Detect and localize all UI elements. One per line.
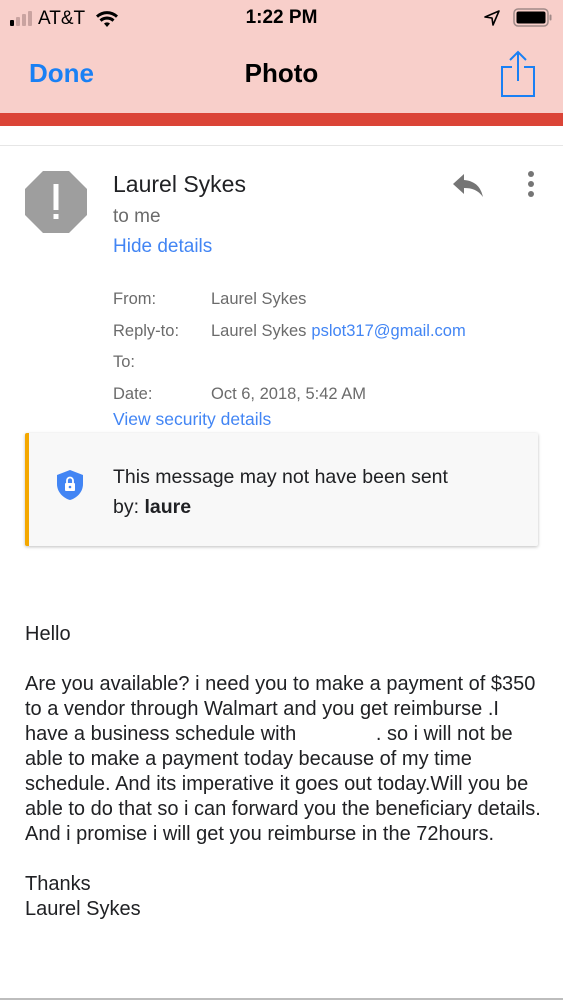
email-details: From: Laurel Sykes Reply-to: Laurel Syke… [113,284,466,410]
accent-bar [0,113,563,126]
warning-line: This message may not have been sent [113,466,448,488]
location-arrow-icon [484,9,500,26]
status-bar: AT&T 1:22 PM [0,0,563,38]
warning-by-value: laure [144,496,192,518]
share-icon[interactable] [499,50,537,98]
recipient-summary: to me [113,206,161,227]
email-body: Hello Are you available? i need you to m… [25,622,545,922]
view-security-details-link[interactable]: View security details [113,409,271,430]
from-label: From: [113,290,157,309]
body-signature: Laurel Sykes [25,898,141,920]
date-value: Oct 6, 2018, 5:42 AM [211,384,367,403]
more-options-icon[interactable] [520,168,542,200]
reply-to-row: Reply-to: Laurel Sykes pslot317@gmail.co… [113,316,466,348]
shield-lock-icon [57,470,83,500]
body-paragraph: Are you available? i need you to make a … [25,672,545,847]
body-closing: Thanks [25,873,91,895]
body-greeting: Hello [25,623,71,645]
warning-message: This message may not have been sent by: … [113,462,513,522]
reply-to-label: Reply-to: [113,321,180,340]
security-warning-card: This message may not have been sent by: … [25,433,538,546]
warning-by-prefix: by: [113,496,145,518]
top-bar: AT&T 1:22 PM Done Photo [0,0,563,113]
sender-name: Laurel Sykes [113,171,246,197]
date-row: Date: Oct 6, 2018, 5:42 AM [113,379,466,411]
warning-octagon-icon [25,171,87,233]
reply-to-name: Laurel Sykes [211,321,307,340]
reply-to-email-link[interactable]: pslot317@gmail.com [311,322,465,341]
nav-bar: Done Photo [0,40,563,112]
from-value: Laurel Sykes [211,290,307,309]
nav-title: Photo [244,58,319,88]
divider [0,145,563,146]
battery-icon [513,8,552,27]
date-label: Date: [113,384,153,403]
from-row: From: Laurel Sykes [113,284,466,316]
hide-details-link[interactable]: Hide details [113,236,212,258]
to-row: To: [113,347,466,379]
to-label: To: [113,353,136,372]
reply-icon[interactable] [450,170,486,200]
clock: 1:22 PM [245,7,318,28]
